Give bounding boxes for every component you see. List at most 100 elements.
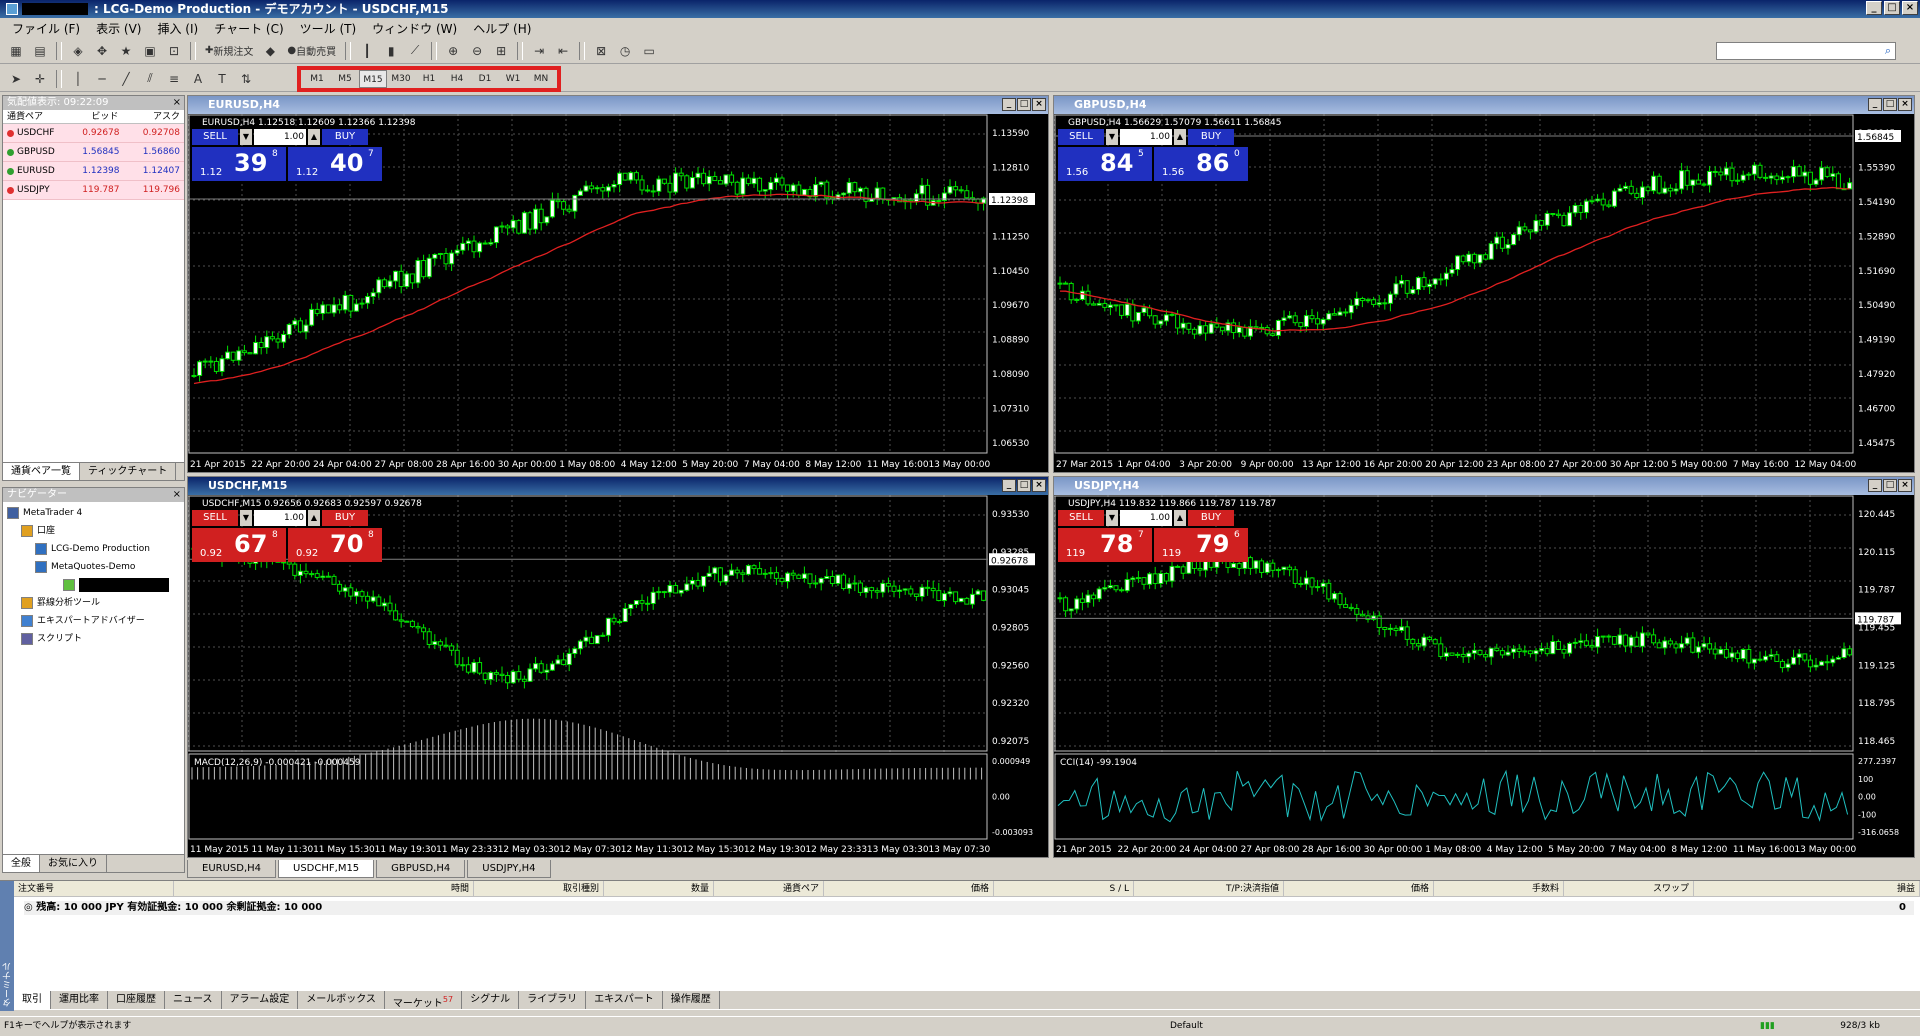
close-button[interactable]: × xyxy=(1898,98,1912,111)
lot-input[interactable]: 1.00 xyxy=(254,510,306,526)
lot-up-icon[interactable]: ▲ xyxy=(1174,129,1186,145)
maximize-button[interactable]: □ xyxy=(1884,1,1900,15)
menu-insert[interactable]: 挿入 (I) xyxy=(149,20,206,37)
lot-input[interactable]: 1.00 xyxy=(254,129,306,145)
close-button[interactable]: × xyxy=(1032,98,1046,111)
metaeditor-icon[interactable]: ◆ xyxy=(259,41,281,61)
tab-history[interactable]: 口座履歴 xyxy=(108,991,165,1009)
lot-input[interactable]: 1.00 xyxy=(1120,129,1172,145)
crosshair-icon[interactable]: ✛ xyxy=(29,69,51,89)
menu-view[interactable]: 表示 (V) xyxy=(88,20,149,37)
maximize-button[interactable]: □ xyxy=(1017,98,1031,111)
bar-chart-icon[interactable]: ┃ xyxy=(356,41,378,61)
tf-m5[interactable]: M5 xyxy=(331,70,359,88)
search-icon[interactable]: ⌕ xyxy=(1885,44,1891,58)
col-order[interactable]: 注文番号 xyxy=(14,881,174,896)
buy-button[interactable]: BUY xyxy=(322,129,368,145)
tab-alerts[interactable]: アラーム設定 xyxy=(222,991,299,1009)
terminal-icon[interactable]: ▣ xyxy=(139,41,161,61)
zoom-out-icon[interactable]: ⊖ xyxy=(466,41,488,61)
tf-h1[interactable]: H1 xyxy=(415,70,443,88)
zoom-in-icon[interactable]: ⊕ xyxy=(442,41,464,61)
lot-down-icon[interactable]: ▼ xyxy=(240,510,252,526)
sell-price-box[interactable]: 1.12 39 8 xyxy=(192,147,286,181)
new-order-button[interactable]: ✚ 新規注文 xyxy=(201,41,257,61)
sell-button[interactable]: SELL xyxy=(192,129,238,145)
maximize-button[interactable]: □ xyxy=(1883,479,1897,492)
channel-icon[interactable]: ⫽ xyxy=(139,69,161,89)
sell-button[interactable]: SELL xyxy=(1058,129,1104,145)
col-commission[interactable]: 手数料 xyxy=(1434,881,1564,896)
col-volume[interactable]: 数量 xyxy=(604,881,714,896)
minimize-button[interactable]: _ xyxy=(1866,1,1882,15)
col-profit[interactable]: 損益 xyxy=(1694,881,1920,896)
tab-exposure[interactable]: 運用比率 xyxy=(51,991,108,1009)
maximize-button[interactable]: □ xyxy=(1883,98,1897,111)
col-sl[interactable]: S / L xyxy=(994,881,1134,896)
close-icon[interactable]: × xyxy=(173,488,181,502)
minimize-button[interactable]: _ xyxy=(1002,479,1016,492)
minimize-button[interactable]: _ xyxy=(1868,479,1882,492)
menu-chart[interactable]: チャート (C) xyxy=(206,20,291,37)
tester-icon[interactable]: ⊡ xyxy=(163,41,185,61)
maximize-button[interactable]: □ xyxy=(1017,479,1031,492)
lot-down-icon[interactable]: ▼ xyxy=(1106,129,1118,145)
text-icon[interactable]: A xyxy=(187,69,209,89)
trendline-icon[interactable]: ╱ xyxy=(115,69,137,89)
sell-button[interactable]: SELL xyxy=(1058,510,1104,526)
chart-window-usdjpy[interactable]: USDJPY,H4 _ □ × 120.445 120.115 119.787 119.455… xyxy=(1053,476,1915,858)
close-button[interactable]: × xyxy=(1898,479,1912,492)
buy-button[interactable]: BUY xyxy=(1188,510,1234,526)
lot-up-icon[interactable]: ▲ xyxy=(1174,510,1186,526)
tf-m1[interactable]: M1 xyxy=(303,70,331,88)
sell-price-box[interactable]: 1.56 84 5 xyxy=(1058,147,1152,181)
navigator-icon[interactable]: ★ xyxy=(115,41,137,61)
cursor-icon[interactable]: ➤ xyxy=(5,69,27,89)
arrows-icon[interactable]: ⇅ xyxy=(235,69,257,89)
menu-window[interactable]: ウィンドウ (W) xyxy=(364,20,465,37)
chart-title-bar[interactable]: EURUSD,H4 _ □ × xyxy=(188,96,1048,114)
lot-up-icon[interactable]: ▲ xyxy=(308,510,320,526)
navigator-item[interactable]: 罫線分析ツール xyxy=(3,594,184,612)
navigator-item[interactable]: MetaTrader 4 xyxy=(3,504,184,522)
col-time[interactable]: 時間 xyxy=(174,881,474,896)
tf-m30[interactable]: M30 xyxy=(387,70,415,88)
line-chart-icon[interactable]: ⟋ xyxy=(404,41,426,61)
navigator-item[interactable]: エキスパートアドバイザー xyxy=(3,612,184,630)
close-icon[interactable]: × xyxy=(173,96,181,110)
tf-w1[interactable]: W1 xyxy=(499,70,527,88)
tab-market[interactable]: マーケット57 xyxy=(385,991,463,1009)
chart-tab-eurusd[interactable]: EURUSD,H4 xyxy=(187,860,277,878)
lot-down-icon[interactable]: ▼ xyxy=(1106,510,1118,526)
balance-row[interactable]: ◎ 残高: 10 000 JPY 有効証拠金: 10 000 余剰証拠金: 10… xyxy=(24,901,1914,915)
market-watch-row[interactable]: EURUSD 1.12398 1.12407 xyxy=(3,162,184,181)
col-symbol[interactable]: 通貨ペア xyxy=(714,881,824,896)
tab-news[interactable]: ニュース xyxy=(165,991,222,1009)
tab-general[interactable]: 全般 xyxy=(3,855,40,872)
chart-window-usdchf[interactable]: USDCHF,M15 _ □ × 0.93530 0.93285 0.93045 0.9280… xyxy=(187,476,1049,858)
lot-up-icon[interactable]: ▲ xyxy=(308,129,320,145)
search-input[interactable]: ⌕ xyxy=(1716,42,1896,60)
tab-journal[interactable]: 操作履歴 xyxy=(663,991,720,1009)
lot-down-icon[interactable]: ▼ xyxy=(240,129,252,145)
tile-windows-icon[interactable]: ⊞ xyxy=(490,41,512,61)
close-button[interactable]: × xyxy=(1032,479,1046,492)
chart-window-gbpusd[interactable]: GBPUSD,H4_□× 1.56845 1.55390 1.54190 1.52890… xyxy=(1053,95,1915,473)
col-tp[interactable]: T/P:決済指値 xyxy=(1134,881,1284,896)
menu-tools[interactable]: ツール (T) xyxy=(292,20,365,37)
tab-symbols[interactable]: 通貨ペア一覧 xyxy=(3,463,80,480)
indicators-icon[interactable]: ⊠ xyxy=(590,41,612,61)
tf-m15[interactable]: M15 xyxy=(359,70,387,88)
chart-title-bar[interactable]: USDCHF,M15 _ □ × xyxy=(188,477,1048,495)
buy-price-box[interactable]: 119 79 6 xyxy=(1154,528,1248,562)
chart-window-eurusd[interactable]: EURUSD,H4_□×1.135901.128101.120301.11250… xyxy=(187,95,1049,473)
tf-mn[interactable]: MN xyxy=(527,70,555,88)
tf-h4[interactable]: H4 xyxy=(443,70,471,88)
chart-title-bar[interactable]: GBPUSD,H4 _ □ × xyxy=(1054,96,1914,114)
col-price[interactable]: 価格 xyxy=(824,881,994,896)
menu-help[interactable]: ヘルプ (H) xyxy=(465,20,539,37)
tf-d1[interactable]: D1 xyxy=(471,70,499,88)
menu-file[interactable]: ファイル (F) xyxy=(4,20,88,37)
navigator-item[interactable]: LCG-Demo Production xyxy=(3,540,184,558)
market-watch-icon[interactable]: ◈ xyxy=(67,41,89,61)
